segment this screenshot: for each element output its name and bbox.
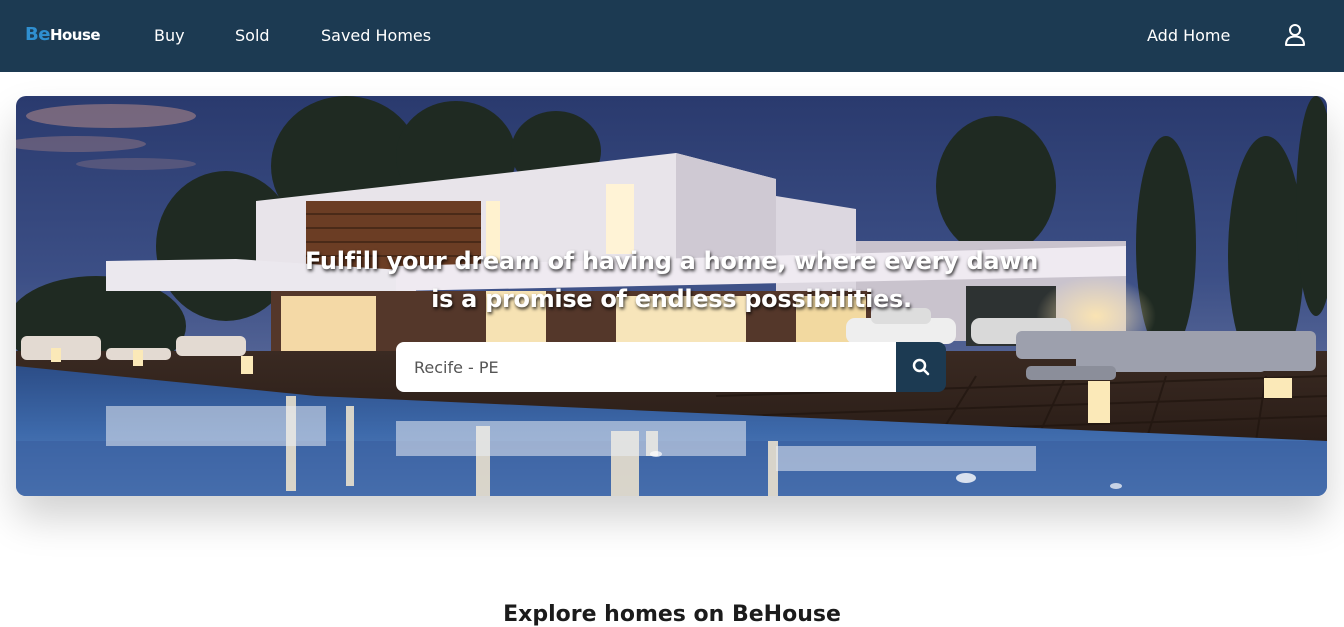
location-search-input[interactable]: [396, 342, 896, 392]
logo-suffix: House: [49, 26, 101, 44]
search-button[interactable]: [896, 342, 946, 392]
nav-link-sold[interactable]: Sold: [235, 26, 270, 45]
user-account-button[interactable]: [1284, 23, 1306, 47]
hero-headline-line1: Fulfill your dream of having a home, whe…: [305, 247, 1038, 276]
logo-prefix: Be: [25, 24, 50, 45]
add-home-link[interactable]: Add Home: [1147, 26, 1230, 45]
brand-logo[interactable]: Be House: [25, 24, 101, 45]
user-icon: [1285, 24, 1305, 46]
hero-headline-line2: is a promise of endless possibilities.: [431, 285, 912, 314]
nav-link-buy[interactable]: Buy: [154, 26, 185, 45]
search-bar: [396, 342, 946, 392]
search-icon: [912, 358, 930, 376]
top-navbar: Be House Buy Sold Saved Homes Add Home: [0, 0, 1344, 72]
hero-headline: Fulfill your dream of having a home, whe…: [16, 242, 1327, 318]
nav-link-saved-homes[interactable]: Saved Homes: [321, 26, 431, 45]
hero-banner: Fulfill your dream of having a home, whe…: [16, 96, 1327, 496]
section-heading: Explore homes on BeHouse: [503, 602, 841, 627]
